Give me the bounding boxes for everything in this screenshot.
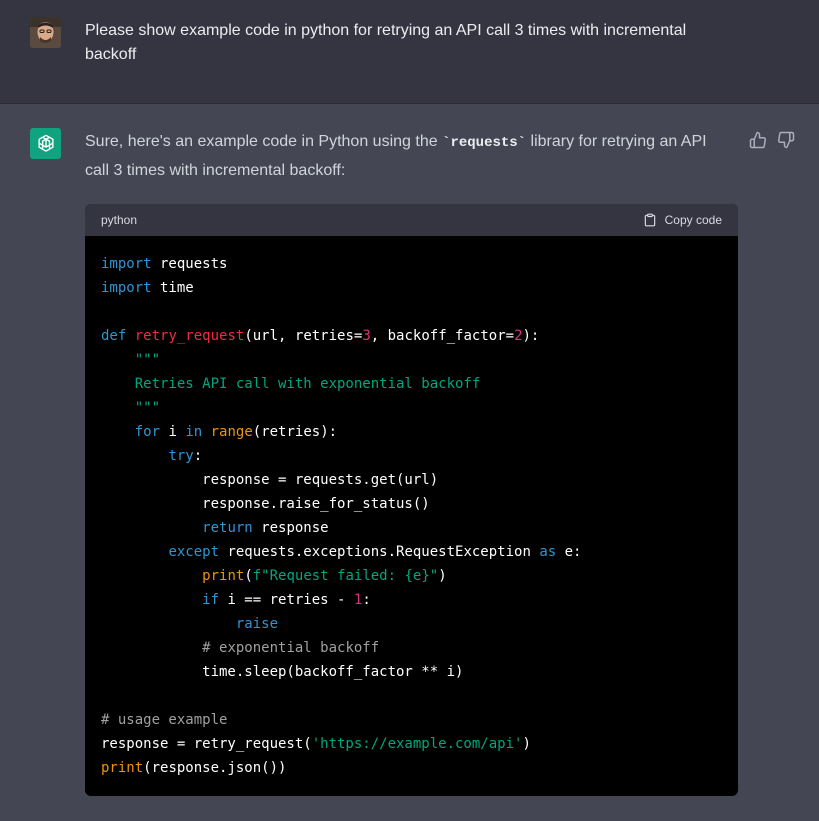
code-token: (retries):: [252, 424, 338, 440]
code-line: """: [101, 348, 722, 372]
user-message-text: Please show example code in python for r…: [85, 22, 687, 63]
code-token: i == retries -: [219, 592, 354, 608]
inline-code-requests: `requests`: [442, 135, 527, 151]
code-line: if i == retries - 1:: [101, 588, 722, 612]
user-avatar: [30, 17, 61, 48]
code-token: time: [151, 280, 194, 296]
code-token: # exponential backoff: [202, 640, 380, 656]
code-block: python Copy code import requests import t…: [85, 204, 738, 796]
code-token: raise: [235, 616, 279, 632]
code-token: try: [168, 448, 194, 464]
code-token: for: [134, 424, 161, 440]
openai-logo-icon: [30, 128, 61, 159]
code-token: time.sleep(backoff_factor ** i): [101, 664, 464, 680]
code-token: # usage example: [101, 712, 228, 728]
code-token: retry_request: [134, 328, 245, 344]
code-language-label: python: [101, 213, 138, 227]
assistant-message-row: Sure, here's an example code in Python u…: [0, 104, 819, 821]
code-token: Retries API call with exponential backof…: [101, 376, 481, 392]
copy-code-label: Copy code: [664, 213, 722, 227]
code-line: response = requests.get(url): [101, 468, 722, 492]
code-token: return: [202, 520, 253, 536]
code-line: try:: [101, 444, 722, 468]
code-token: requests.exceptions.RequestException: [219, 544, 540, 560]
code-line: raise: [101, 612, 722, 636]
code-line: print(response.json()): [101, 756, 722, 780]
code-token: ): [438, 568, 447, 584]
code-token: i: [160, 424, 186, 440]
code-token: as: [539, 544, 557, 560]
thumbs-up-icon[interactable]: [749, 131, 767, 149]
thumbs-down-icon[interactable]: [777, 131, 795, 149]
code-line: for i in range(retries):: [101, 420, 722, 444]
code-token: except: [168, 544, 220, 560]
code-token: """: [101, 400, 161, 416]
code-token: response = retry_request(: [101, 736, 312, 752]
code-line: # usage example: [101, 708, 722, 732]
code-token: ):: [522, 328, 540, 344]
user-avatar-image: [30, 17, 61, 48]
code-token: if: [202, 592, 220, 608]
code-line: # exponential backoff: [101, 636, 722, 660]
code-token: e:: [556, 544, 582, 560]
code-token: 'https://example.com/api': [311, 736, 523, 752]
code-token: (response.json()): [143, 760, 287, 776]
code-line: time.sleep(backoff_factor ** i): [101, 660, 722, 684]
code-token: response = requests.get(url): [101, 472, 439, 488]
user-message-row: Please show example code in python for r…: [0, 0, 819, 104]
code-token: print: [202, 568, 245, 584]
code-token: requests: [151, 256, 228, 272]
code-token: range: [210, 424, 253, 440]
code-content: import requests import time def retry_req…: [85, 236, 738, 780]
code-token: """: [134, 352, 161, 368]
code-token: response.raise_for_status(): [101, 496, 430, 512]
code-token: , backoff_factor=: [370, 328, 515, 344]
copy-code-button[interactable]: Copy code: [643, 213, 722, 227]
code-token: ): [522, 736, 531, 752]
code-token: import: [101, 256, 152, 272]
code-token: :: [362, 592, 371, 608]
code-token: f"Request failed: {e}": [252, 568, 439, 584]
code-token: in: [185, 424, 203, 440]
code-line: import time: [101, 276, 722, 300]
code-line: Retries API call with exponential backof…: [101, 372, 722, 396]
code-block-header: python Copy code: [85, 204, 738, 236]
code-token: (url, retries=: [244, 328, 363, 344]
code-token: print: [101, 760, 144, 776]
code-line: return response: [101, 516, 722, 540]
code-line: """: [101, 396, 722, 420]
code-token: def: [101, 328, 127, 344]
intro-text-before: Sure, here's an example code in Python u…: [85, 133, 443, 150]
code-token: :: [193, 448, 203, 464]
code-line: def retry_request(url, retries=3, backof…: [101, 324, 722, 348]
code-token: 2: [514, 328, 523, 344]
code-line: except requests.exceptions.RequestExcept…: [101, 540, 722, 564]
code-line: print(f"Request failed: {e}"): [101, 564, 722, 588]
clipboard-icon: [644, 213, 655, 227]
code-token: import: [101, 280, 152, 296]
code-line: response = retry_request('https://exampl…: [101, 732, 722, 756]
code-line: import requests: [101, 252, 722, 276]
code-token: 3: [362, 328, 371, 344]
code-token: (: [244, 568, 253, 584]
code-token: response: [252, 520, 329, 536]
code-line: response.raise_for_status(): [101, 492, 722, 516]
assistant-intro-text: Sure, here's an example code in Python u…: [85, 128, 730, 185]
